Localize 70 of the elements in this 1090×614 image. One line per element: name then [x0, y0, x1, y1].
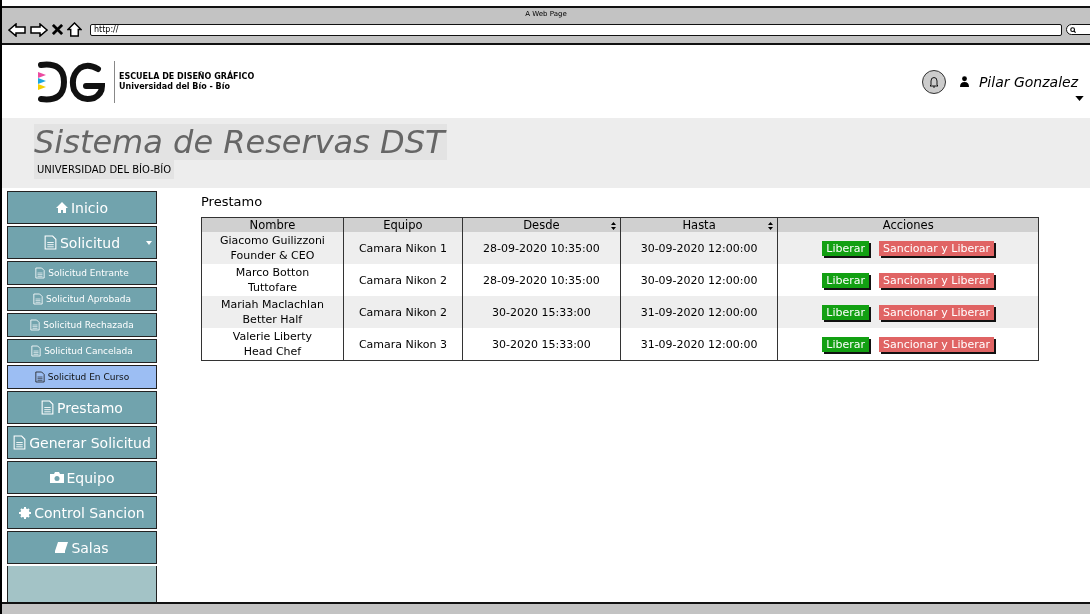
- document-icon: [35, 267, 46, 279]
- sidebar-item[interactable]: Solicitud: [7, 226, 157, 259]
- sidebar-item[interactable]: Control Sancion: [7, 496, 157, 529]
- sidebar-item[interactable]: Solicitud Cancelada: [7, 339, 157, 363]
- page-subtitle: UNIVERSIDAD DEL BÍO-BÍO: [34, 160, 175, 179]
- column-header[interactable]: Hasta: [620, 217, 778, 232]
- table-cell: Mariah Maclachlan Better Half: [201, 296, 344, 328]
- book-icon: [55, 542, 69, 553]
- document-icon: [43, 235, 57, 250]
- table-cell: Giacomo Guilizzoni Founder & CEO: [201, 232, 344, 264]
- caret-icon[interactable]: [1075, 95, 1084, 101]
- home-icon[interactable]: [67, 22, 82, 37]
- logo-drawing: [36, 59, 108, 104]
- release-button[interactable]: Liberar: [822, 336, 870, 352]
- notification-button[interactable]: [921, 69, 946, 94]
- table-cell: 30-2020 15:33:00: [462, 328, 621, 361]
- sidebar-item[interactable]: Salas: [7, 531, 157, 564]
- document-icon: [13, 435, 27, 450]
- table-cell: 30-09-2020 12:00:00: [620, 232, 778, 264]
- sort-icon: [610, 222, 616, 230]
- sanction-button[interactable]: Sancionar y Liberar: [879, 336, 995, 352]
- column-header: Nombre: [201, 217, 344, 232]
- document-icon: [33, 293, 44, 305]
- sanction-button[interactable]: Sancionar y Liberar: [879, 304, 995, 320]
- table-cell: 31-09-2020 12:00:00: [620, 296, 778, 328]
- search-field[interactable]: [1066, 24, 1090, 35]
- document-icon: [34, 371, 45, 383]
- document-icon: [31, 345, 42, 357]
- column-header: Acciones: [777, 217, 1039, 232]
- sidebar-item[interactable]: Solicitud En Curso: [7, 365, 157, 389]
- back-arrow-icon[interactable]: [8, 22, 26, 37]
- user-menu[interactable]: Pilar Gonzalez: [978, 73, 1078, 90]
- bell-icon: [927, 75, 940, 88]
- page-title: Sistema de Reservas DST: [34, 124, 447, 160]
- column-header[interactable]: Desde: [462, 217, 621, 232]
- sanction-button[interactable]: Sancionar y Liberar: [879, 272, 995, 288]
- table-cell: Camara Nikon 1: [343, 232, 463, 264]
- sidebar-item[interactable]: Prestamo: [7, 391, 157, 424]
- person-icon: [959, 76, 969, 87]
- table-cell: Valerie Liberty Head Chef: [201, 328, 344, 361]
- document-icon: [30, 319, 41, 331]
- sidebar-item[interactable]: Generar Solicitud: [7, 426, 157, 459]
- document-icon: [41, 400, 55, 415]
- table-cell: 31-09-2020 12:00:00: [620, 328, 778, 361]
- sidebar-item[interactable]: Inicio: [7, 191, 157, 224]
- release-button[interactable]: Liberar: [822, 304, 870, 320]
- logo-text: Universidad del Bío - Bío: [119, 81, 231, 92]
- column-header: Equipo: [343, 217, 463, 232]
- table-cell: Camara Nikon 3: [343, 328, 463, 361]
- sidebar-item[interactable]: Solicitud Entrante: [7, 261, 157, 285]
- address-field[interactable]: http://: [90, 23, 1062, 36]
- sanction-button[interactable]: Sancionar y Liberar: [879, 240, 995, 256]
- table-cell: Camara Nikon 2: [343, 296, 463, 328]
- sort-icon: [768, 222, 774, 230]
- release-button[interactable]: Liberar: [822, 272, 870, 288]
- table-cell: 28-09-2020 10:35:00: [462, 232, 621, 264]
- logo-text: ESCUELA DE DISEÑO GRÁFICO: [119, 71, 255, 82]
- section-title: Prestamo: [201, 194, 264, 209]
- forward-arrow-icon[interactable]: [30, 22, 48, 37]
- camera-icon: [49, 472, 64, 483]
- release-button[interactable]: Liberar: [822, 240, 870, 256]
- sidebar-item[interactable]: Equipo: [7, 461, 157, 494]
- close-icon[interactable]: [52, 24, 63, 35]
- caret-icon: [146, 241, 152, 245]
- sidebar-item[interactable]: Solicitud Aprobada: [7, 287, 157, 311]
- home-icon: [55, 202, 68, 213]
- gear-icon: [19, 506, 32, 519]
- search-icon: [1070, 26, 1076, 33]
- table-cell: 30-2020 15:33:00: [462, 296, 621, 328]
- sidebar-item[interactable]: Solicitud Rechazada: [7, 313, 157, 337]
